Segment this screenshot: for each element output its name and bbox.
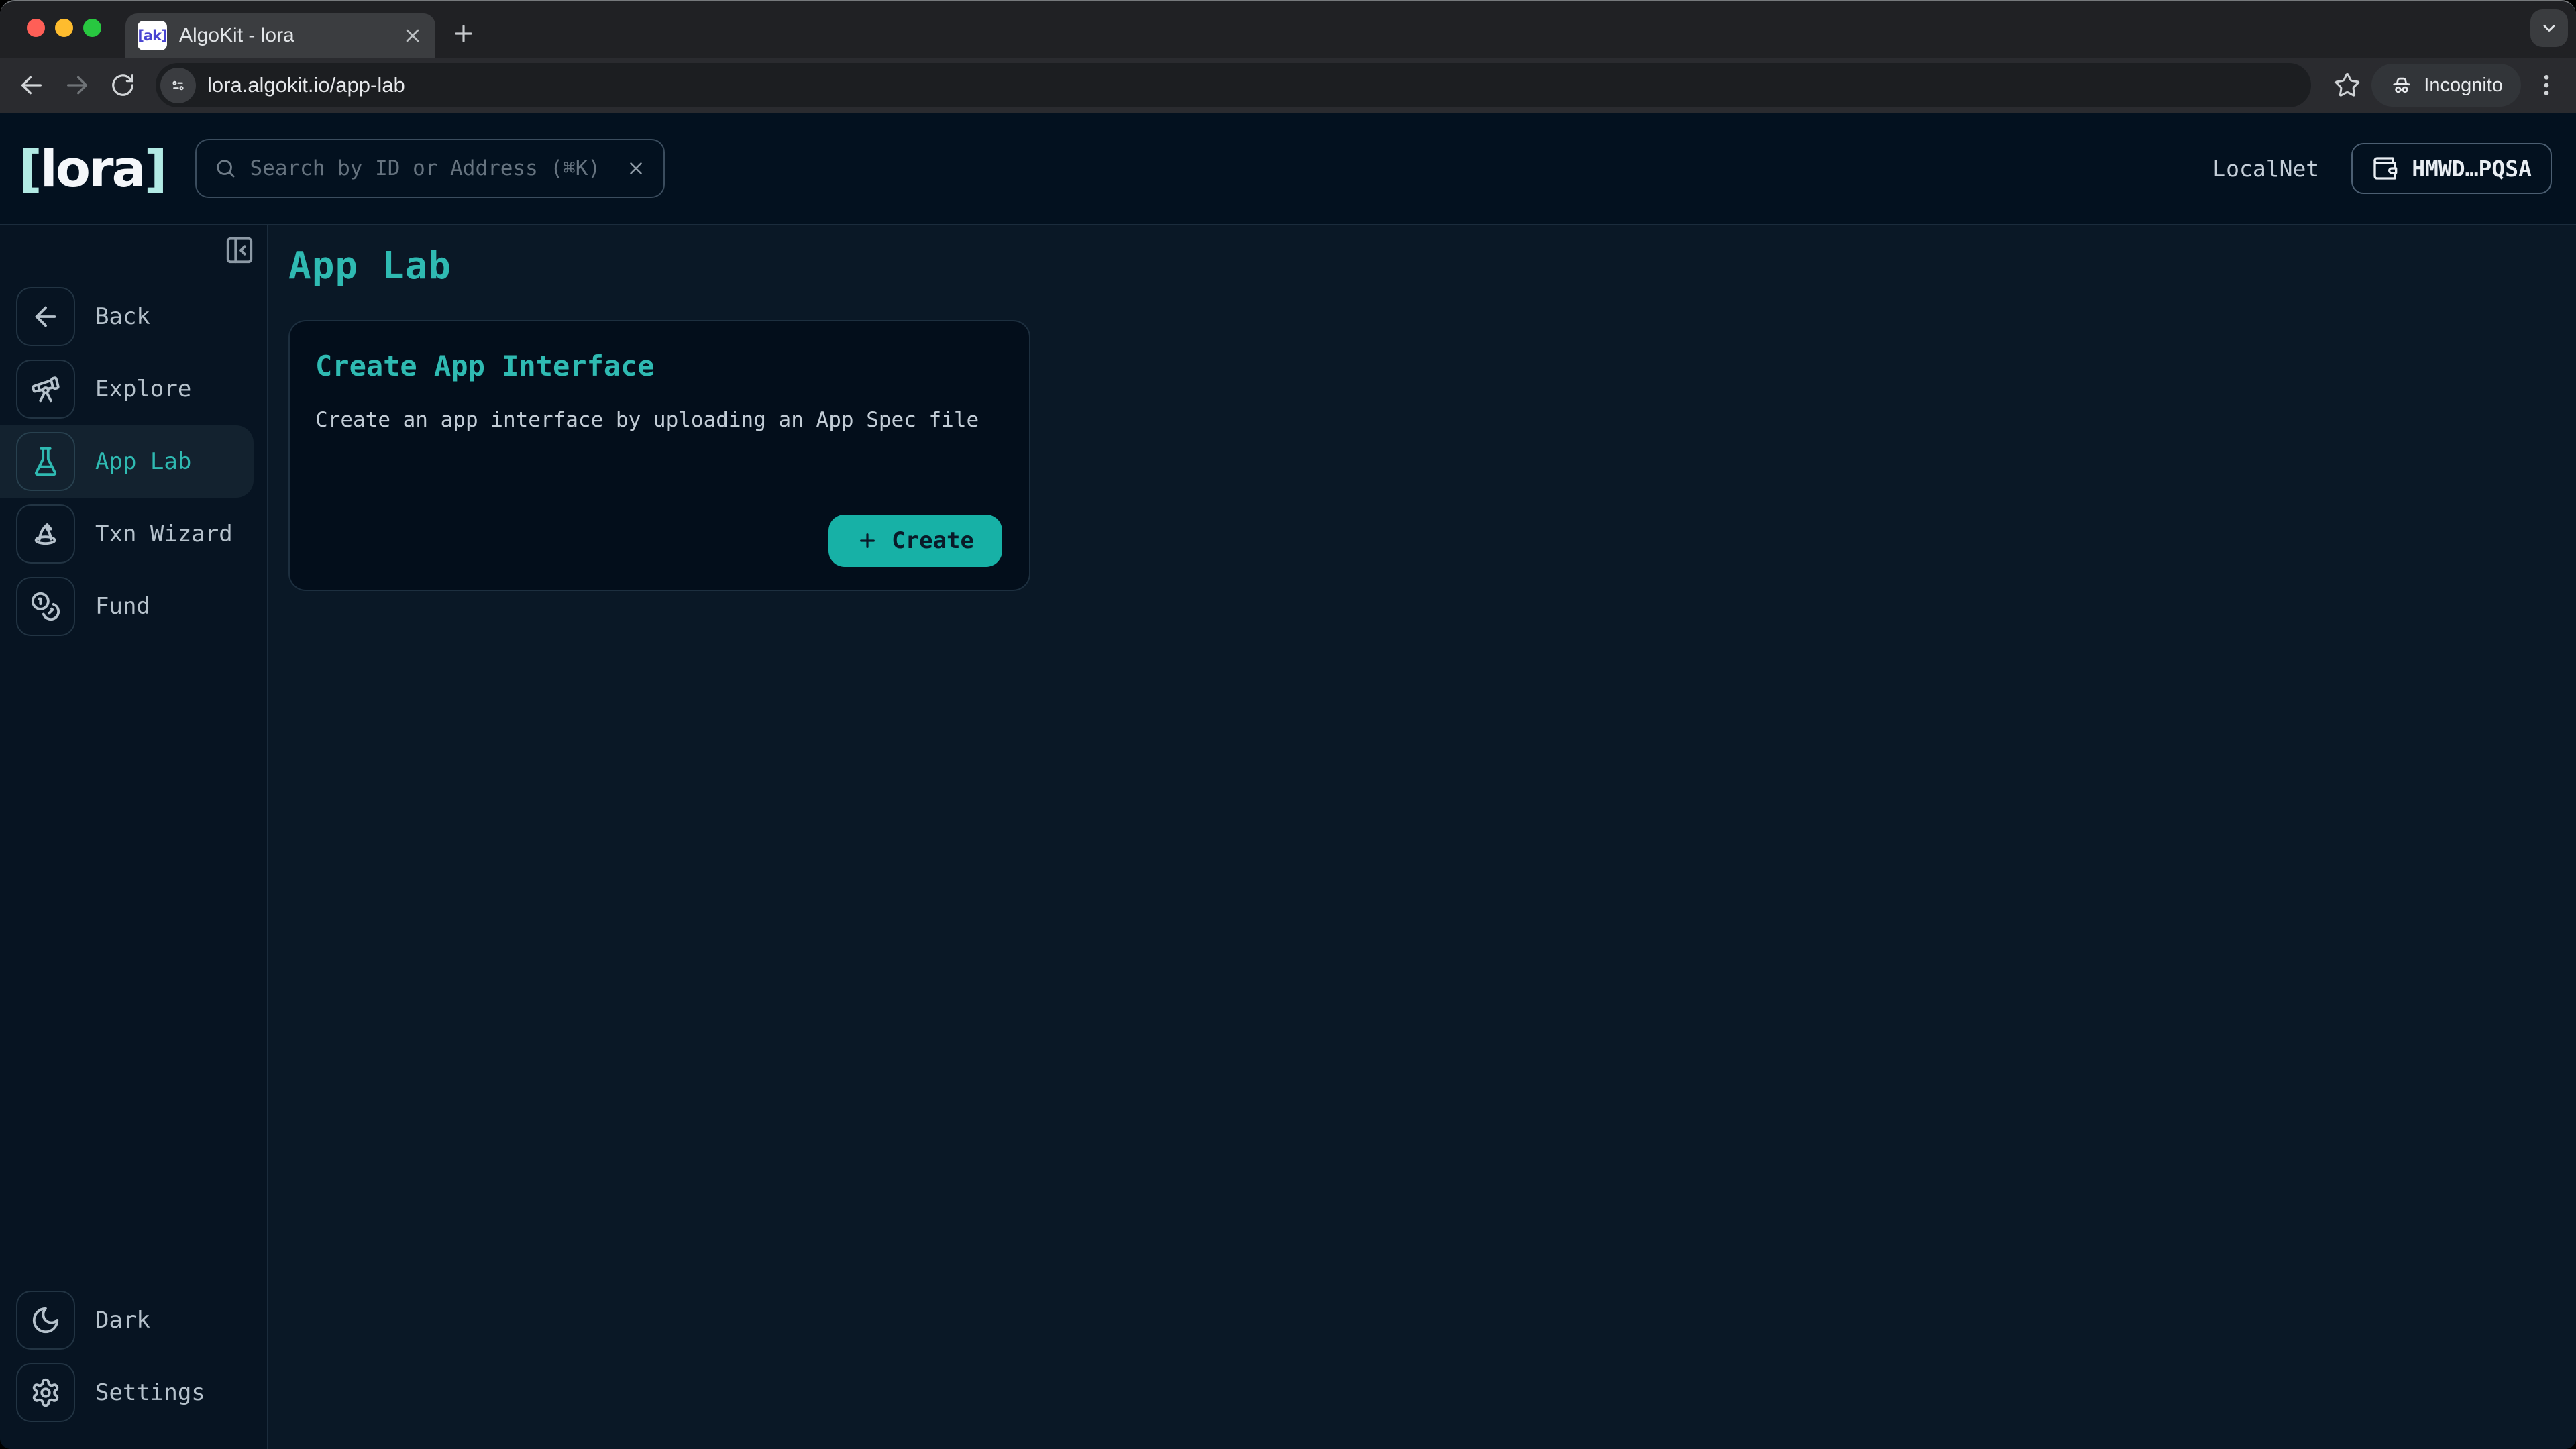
wallet-address: HMWD…PQSA [2412, 156, 2532, 182]
back-icon[interactable] [16, 70, 47, 101]
card-actions: Create [315, 515, 1002, 567]
sidebar-item-label: Txn Wizard [95, 521, 233, 547]
sidebar-item-label: App Lab [95, 448, 191, 475]
card-title: Create App Interface [315, 350, 1002, 382]
card-description: Create an app interface by uploading an … [315, 408, 1002, 432]
clear-search-icon[interactable] [626, 158, 646, 178]
traffic-lights [27, 19, 101, 37]
tab-strip: [ak] AlgoKit - lora [0, 1, 2576, 58]
sidebar-item-label: Explore [95, 376, 191, 402]
create-button[interactable]: Create [828, 515, 1002, 567]
create-button-label: Create [892, 527, 974, 554]
forward-icon[interactable] [62, 70, 93, 101]
search-icon [214, 157, 237, 180]
sidebar-item-label: Fund [95, 593, 150, 620]
bookmark-star-icon[interactable] [2334, 72, 2361, 99]
arrow-left-icon [16, 287, 75, 346]
app-header: [lora] LocalNet HMWD…PQSA [0, 113, 2576, 225]
minimize-window-button[interactable] [55, 19, 73, 37]
wallet-icon [2371, 155, 2398, 182]
page-title: App Lab [288, 244, 2576, 288]
sidebar-item-app-lab[interactable]: App Lab [0, 425, 254, 498]
sidebar-item-back[interactable]: Back [0, 280, 267, 353]
tab-favicon: [ak] [138, 21, 167, 50]
browser-toolbar: lora.algokit.io/app-lab Incognito [0, 58, 2576, 113]
header-right: LocalNet HMWD…PQSA [2212, 143, 2552, 194]
url-text: lora.algokit.io/app-lab [207, 73, 405, 97]
new-tab-button[interactable] [445, 15, 482, 52]
incognito-icon [2390, 73, 2414, 97]
lora-app: [lora] LocalNet HMWD…PQSA [0, 113, 2576, 1449]
collapse-sidebar-icon[interactable] [224, 235, 255, 266]
sidebar-footer: Dark Settings [0, 1284, 267, 1449]
reload-icon[interactable] [107, 70, 138, 101]
close-window-button[interactable] [27, 19, 45, 37]
browser-window: [ak] AlgoKit - lora lora.algokit.io/a [0, 0, 2576, 1449]
coins-icon [16, 577, 75, 636]
app-body: Back Explore App Lab [0, 225, 2576, 1449]
browser-tab[interactable]: [ak] AlgoKit - lora [125, 13, 435, 58]
tab-search-button[interactable] [2530, 9, 2568, 47]
address-bar[interactable]: lora.algokit.io/app-lab [156, 63, 2311, 107]
logo-word: lora [40, 139, 144, 199]
lora-logo[interactable]: [lora] [19, 139, 166, 199]
sidebar-item-settings[interactable]: Settings [0, 1356, 267, 1429]
wizard-hat-icon [16, 504, 75, 564]
sidebar-item-label: Dark [95, 1307, 150, 1334]
search-input[interactable] [249, 156, 614, 181]
sidebar-item-txn-wizard[interactable]: Txn Wizard [0, 498, 267, 570]
logo-bracket-open: [ [19, 139, 40, 199]
sidebar-item-fund[interactable]: Fund [0, 570, 267, 643]
create-app-interface-card: Create App Interface Create an app inter… [288, 320, 1030, 591]
incognito-label: Incognito [2424, 74, 2503, 97]
browser-menu-icon[interactable] [2533, 72, 2560, 99]
sidebar-item-label: Settings [95, 1379, 205, 1406]
gear-icon [16, 1363, 75, 1422]
plus-icon [857, 530, 878, 551]
tab-title: AlgoKit - lora [179, 24, 390, 47]
zoom-window-button[interactable] [83, 19, 101, 37]
moon-icon [16, 1291, 75, 1350]
sidebar-nav: Back Explore App Lab [0, 280, 267, 643]
logo-bracket-close: ] [144, 139, 166, 199]
telescope-icon [16, 360, 75, 419]
wallet-button[interactable]: HMWD…PQSA [2351, 143, 2552, 194]
flask-icon [16, 432, 75, 491]
sidebar-item-theme-dark[interactable]: Dark [0, 1284, 267, 1356]
search-box[interactable] [195, 139, 665, 198]
sidebar-item-label: Back [95, 303, 150, 330]
network-label: LocalNet [2212, 156, 2319, 182]
sidebar-item-explore[interactable]: Explore [0, 353, 267, 425]
site-settings-icon[interactable] [160, 68, 196, 103]
main-content: App Lab Create App Interface Create an a… [268, 225, 2576, 1449]
incognito-badge: Incognito [2371, 64, 2521, 107]
sidebar: Back Explore App Lab [0, 225, 268, 1449]
tab-close-icon[interactable] [402, 25, 423, 46]
